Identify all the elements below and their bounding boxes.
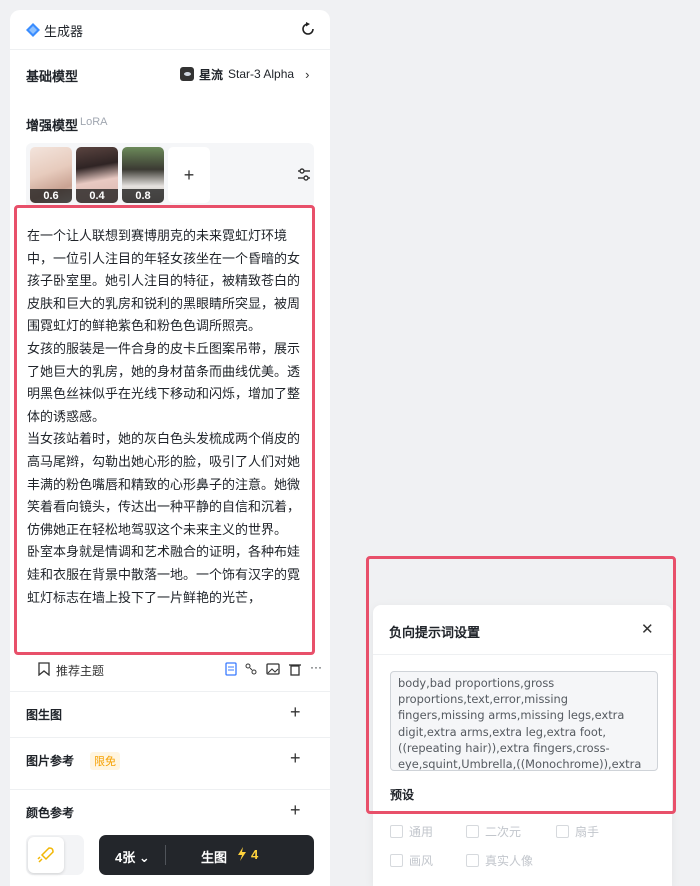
lora-thumbnail[interactable]: 0.8 xyxy=(122,147,164,203)
rocket-icon xyxy=(28,837,64,873)
preset-checkbox[interactable]: 真实人像 xyxy=(466,852,533,869)
lora-list: 0.6 0.4 0.8 + xyxy=(26,143,314,209)
lora-weight: 0.6 xyxy=(30,189,72,203)
lora-weight: 0.8 xyxy=(122,189,164,203)
checkbox-box[interactable] xyxy=(466,825,479,838)
image-count-selector[interactable]: 4张 ⌄ xyxy=(115,847,150,866)
preset-checkbox[interactable]: 二次元 xyxy=(466,823,521,840)
modal-highlight-frame xyxy=(366,556,676,814)
trash-icon[interactable] xyxy=(288,662,302,676)
free-badge: 限免 xyxy=(90,752,120,770)
document-icon[interactable] xyxy=(224,662,238,676)
bookmark-icon xyxy=(38,662,50,676)
image-icon[interactable] xyxy=(266,662,280,676)
shuffle-icon[interactable] xyxy=(244,662,258,676)
checkbox-box[interactable] xyxy=(390,854,403,867)
image-reference-label: 图片参考 xyxy=(26,754,75,768)
credit-cost: 4 xyxy=(251,847,259,862)
recommend-theme-button[interactable]: 推荐主题 xyxy=(56,662,104,679)
lora-weight: 0.4 xyxy=(76,189,118,203)
img2img-row[interactable]: 图生图 + xyxy=(10,691,330,735)
preset-checkbox[interactable]: 画风 xyxy=(390,852,433,869)
lora-thumbnail[interactable]: 0.4 xyxy=(76,147,118,203)
image-reference-row[interactable]: 图片参考 限免 + xyxy=(10,737,330,781)
more-icon[interactable]: ··· xyxy=(310,661,324,676)
panel-title: 生成器 xyxy=(44,24,84,39)
model-icon xyxy=(180,67,194,81)
divider xyxy=(165,845,166,865)
sliders-icon[interactable] xyxy=(296,167,312,183)
prompt-toolbar: 推荐主题 ··· xyxy=(26,660,326,678)
refresh-icon[interactable] xyxy=(300,21,316,37)
chevron-right-icon: › xyxy=(305,66,310,82)
lora-thumbnail[interactable]: 0.6 xyxy=(30,147,72,203)
generate-label: 生图 xyxy=(201,850,228,865)
img2img-label: 图生图 xyxy=(26,708,63,722)
checkbox-box[interactable] xyxy=(556,825,569,838)
rocket-button[interactable] xyxy=(26,835,84,875)
model-name-cn: 星流 xyxy=(199,67,224,82)
base-model-label: 基础模型 xyxy=(26,69,79,84)
checkbox-box[interactable] xyxy=(466,854,479,867)
panel-header: 生成器 xyxy=(10,10,330,50)
color-reference-row[interactable]: 颜色参考 + xyxy=(10,789,330,833)
checkbox-box[interactable] xyxy=(390,825,403,838)
lora-tag: LoRA xyxy=(80,116,108,128)
lightning-icon xyxy=(238,847,246,861)
plus-icon[interactable]: + xyxy=(290,800,301,821)
base-model-selector[interactable]: 星流 Star-3 Alpha › xyxy=(180,65,309,83)
preset-checkbox[interactable]: 通用 xyxy=(390,823,433,840)
model-name-en: Star-3 Alpha xyxy=(228,67,295,81)
preset-checkbox[interactable]: 扇手 xyxy=(556,823,599,840)
prompt-text: 在一个让人联想到赛博朋克的未来霓虹灯环境中，一位引人注目的年轻女孩坐在一个昏暗的… xyxy=(27,228,301,605)
prompt-textarea[interactable]: 在一个让人联想到赛博朋克的未来霓虹灯环境中，一位引人注目的年轻女孩坐在一个昏暗的… xyxy=(14,205,315,655)
lora-label: 增强模型 xyxy=(26,118,79,133)
plus-icon[interactable]: + xyxy=(290,702,301,723)
diamond-logo-icon xyxy=(26,23,40,37)
generate-button[interactable]: 4张 ⌄ 生图 4 xyxy=(99,835,314,875)
plus-icon[interactable]: + xyxy=(290,748,301,769)
color-reference-label: 颜色参考 xyxy=(26,806,75,820)
add-lora-button[interactable]: + xyxy=(168,147,210,203)
